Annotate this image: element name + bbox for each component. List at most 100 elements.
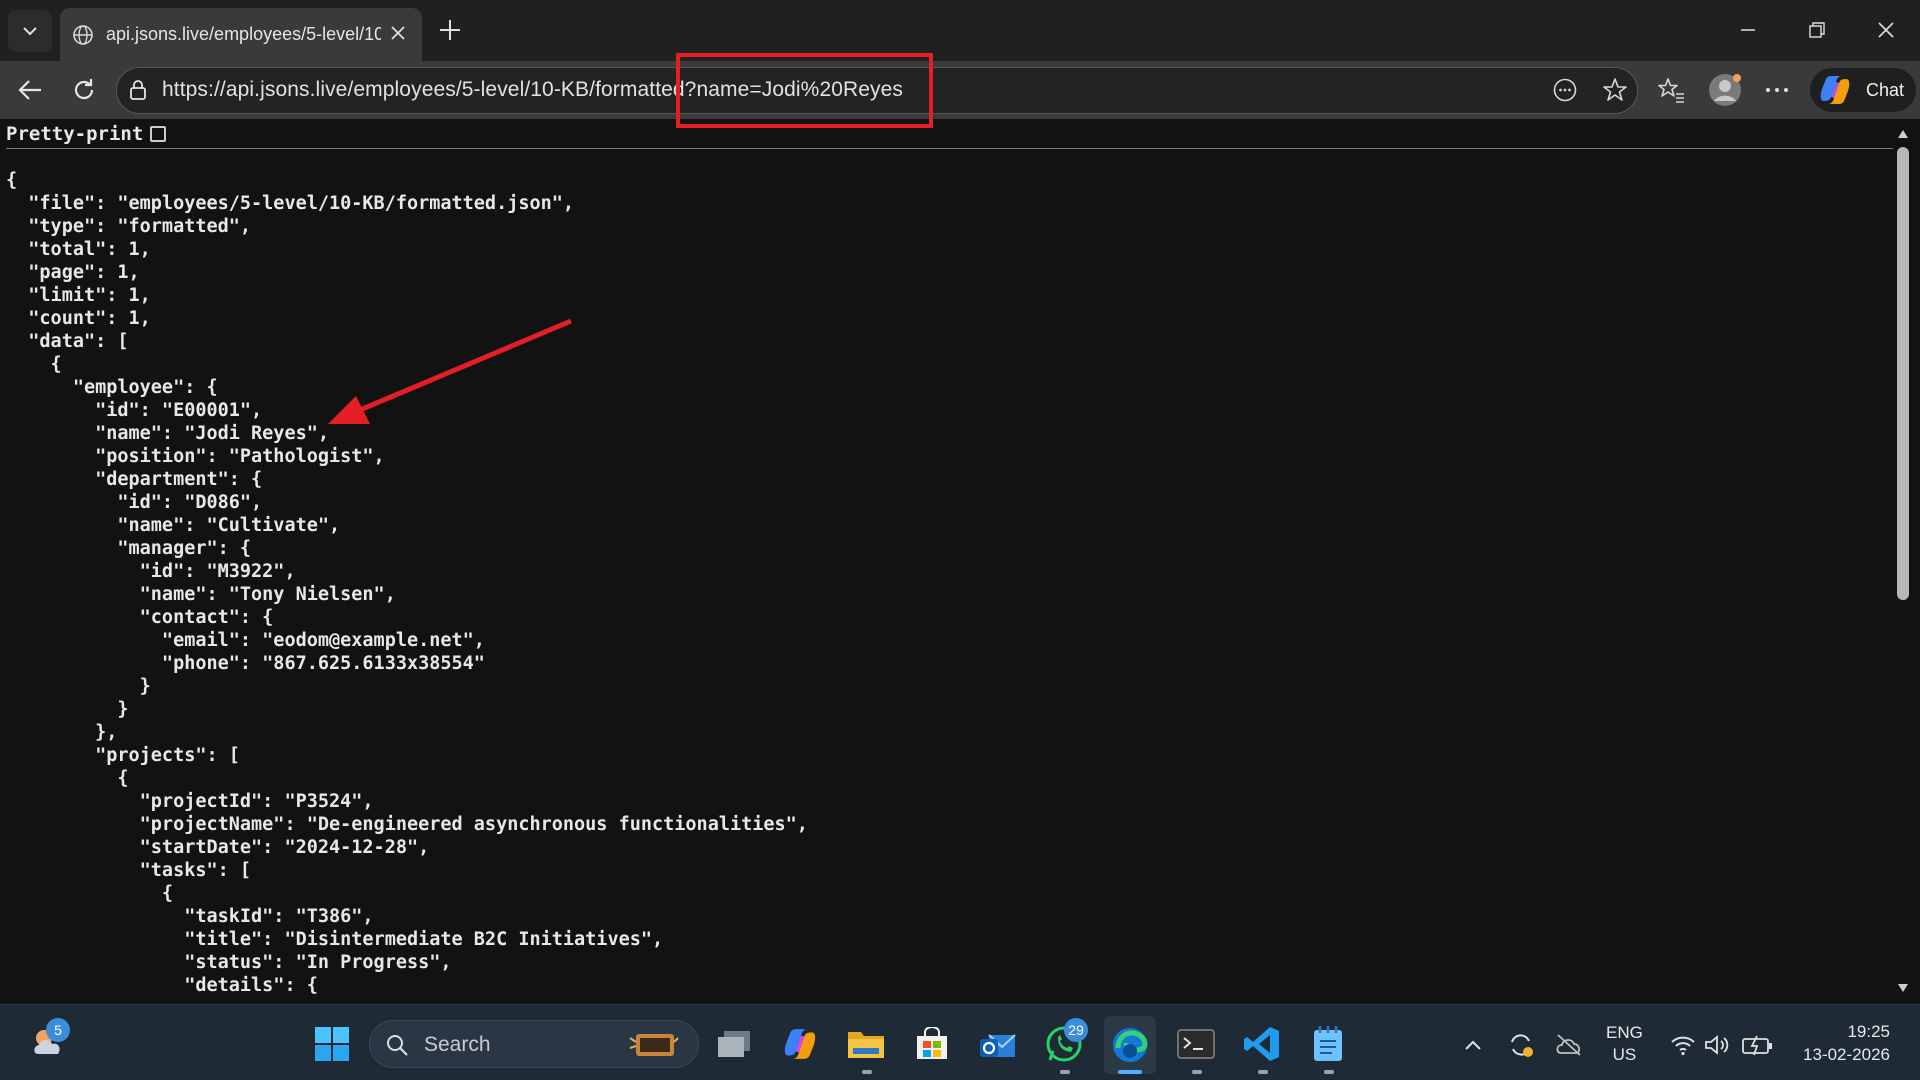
running-indicator	[1324, 1070, 1334, 1074]
scrollbar-thumb[interactable]	[1897, 147, 1909, 600]
favorite-button[interactable]	[1595, 70, 1635, 110]
json-line: "manager": {	[6, 538, 252, 559]
running-indicator	[1258, 1070, 1268, 1074]
json-line: "data": [	[6, 331, 129, 352]
lock-icon	[130, 80, 146, 100]
copilot-chat-button[interactable]: Chat	[1810, 68, 1916, 112]
running-indicator	[1060, 1070, 1070, 1074]
json-line: {	[6, 354, 62, 375]
refresh-icon	[74, 79, 94, 100]
pretty-print-control[interactable]: Pretty-print	[6, 123, 167, 145]
task-view-button[interactable]	[712, 1022, 756, 1066]
outlook-icon	[980, 1034, 1016, 1057]
restore-icon	[1809, 22, 1825, 38]
restore-button[interactable]	[1792, 8, 1842, 52]
json-line: "contact": {	[6, 607, 274, 628]
ellipsis-icon	[1766, 88, 1788, 92]
cloud-off-icon	[1556, 1034, 1581, 1056]
edge-icon	[1113, 1028, 1148, 1062]
outlook-button[interactable]	[976, 1022, 1020, 1066]
site-info-button[interactable]	[118, 70, 158, 110]
url-highlight-box	[676, 53, 933, 128]
pretty-print-checkbox[interactable]	[150, 126, 167, 142]
region-code: US	[1612, 1045, 1637, 1064]
json-line: {	[6, 883, 174, 904]
json-line: "file": "employees/5-level/10-KB/formatt…	[6, 193, 575, 214]
minimize-button[interactable]	[1723, 8, 1773, 52]
search-icon	[384, 1032, 410, 1058]
minimize-icon	[1741, 29, 1755, 31]
json-viewer: { "file": "employees/5-level/10-KB/forma…	[6, 169, 808, 997]
json-line: "id": "E00001",	[6, 400, 263, 421]
reader-options-button[interactable]	[1545, 70, 1585, 110]
new-tab-button[interactable]	[432, 12, 468, 48]
language-indicator[interactable]: ENG US	[1606, 1022, 1643, 1066]
profile-button[interactable]	[1705, 70, 1745, 110]
json-line: "title": "Disintermediate B2C Initiative…	[6, 929, 664, 950]
tab-strip: api.jsons.live/employees/5-level/10-KB/f…	[0, 0, 1920, 61]
globe-icon	[73, 24, 93, 45]
json-line: }	[6, 699, 129, 720]
tab-actions-button[interactable]	[8, 10, 52, 52]
language-code: ENG	[1606, 1023, 1643, 1042]
json-line: "type": "formatted",	[6, 216, 252, 237]
chevron-up-icon	[1465, 1040, 1481, 1050]
arrow-left-icon	[18, 80, 41, 100]
settings-more-button[interactable]	[1757, 70, 1797, 110]
close-window-button[interactable]	[1861, 8, 1911, 52]
windows-logo-icon	[315, 1027, 349, 1061]
terminal-button[interactable]	[1174, 1022, 1218, 1066]
whatsapp-badge: 29	[1064, 1018, 1088, 1042]
copilot-app-button[interactable]	[778, 1022, 822, 1066]
more-circle-icon	[1553, 78, 1577, 102]
active-tab[interactable]: api.jsons.live/employees/5-level/10-KB/f…	[60, 8, 422, 61]
sync-status-button[interactable]	[1506, 1030, 1536, 1060]
onedrive-button[interactable]	[1554, 1030, 1584, 1060]
volume-icon[interactable]	[1702, 1030, 1732, 1060]
edge-button[interactable]	[1104, 1016, 1156, 1074]
store-button[interactable]	[910, 1022, 954, 1066]
search-highlight-icon	[624, 1026, 684, 1062]
task-view-icon	[718, 1031, 750, 1057]
close-tab-button[interactable]	[386, 21, 410, 45]
start-button[interactable]	[310, 1022, 354, 1066]
plus-icon	[440, 20, 460, 40]
notepad-button[interactable]	[1306, 1022, 1350, 1066]
json-line: "department": {	[6, 469, 263, 490]
clock[interactable]: 19:25 13-02-2026	[1803, 1020, 1890, 1066]
clock-date: 13-02-2026	[1803, 1045, 1890, 1064]
triangle-up-icon	[1898, 130, 1908, 138]
weather-badge: 5	[46, 1018, 70, 1042]
vscode-button[interactable]	[1240, 1022, 1284, 1066]
favorites-button[interactable]	[1651, 70, 1691, 110]
battery-icon[interactable]	[1740, 1030, 1774, 1060]
json-line: "id": "M3922",	[6, 561, 296, 582]
file-explorer-button[interactable]	[844, 1022, 888, 1066]
scroll-down-button[interactable]	[1893, 978, 1913, 998]
sync-icon	[1511, 1034, 1533, 1057]
json-line: "details": {	[6, 975, 318, 996]
json-line: "position": "Pathologist",	[6, 446, 385, 467]
wifi-icon[interactable]	[1668, 1030, 1698, 1060]
chevron-down-icon	[23, 27, 37, 36]
json-line: "page": 1,	[6, 262, 140, 283]
json-line: {	[6, 170, 18, 191]
copilot-icon	[1820, 76, 1850, 104]
json-line: "email": "eodom@example.net",	[6, 630, 485, 651]
refresh-button[interactable]	[64, 70, 104, 110]
active-app-indicator	[1118, 1070, 1142, 1074]
back-button[interactable]	[10, 70, 50, 110]
json-line: "tasks": [	[6, 860, 252, 881]
json-line: "id": "D086",	[6, 492, 263, 513]
json-line: "name": "Tony Nielsen",	[6, 584, 396, 605]
copilot-icon	[784, 1029, 816, 1059]
json-line: },	[6, 722, 118, 743]
clock-time: 19:25	[1847, 1022, 1890, 1041]
show-hidden-icons-button[interactable]	[1460, 1032, 1486, 1058]
close-icon	[1878, 22, 1894, 38]
folder-icon	[848, 1032, 884, 1058]
store-icon	[917, 1027, 947, 1059]
json-line: "name": "Cultivate",	[6, 515, 341, 536]
scroll-up-button[interactable]	[1893, 124, 1913, 144]
json-line: "phone": "867.625.6133x38554"	[6, 653, 485, 674]
